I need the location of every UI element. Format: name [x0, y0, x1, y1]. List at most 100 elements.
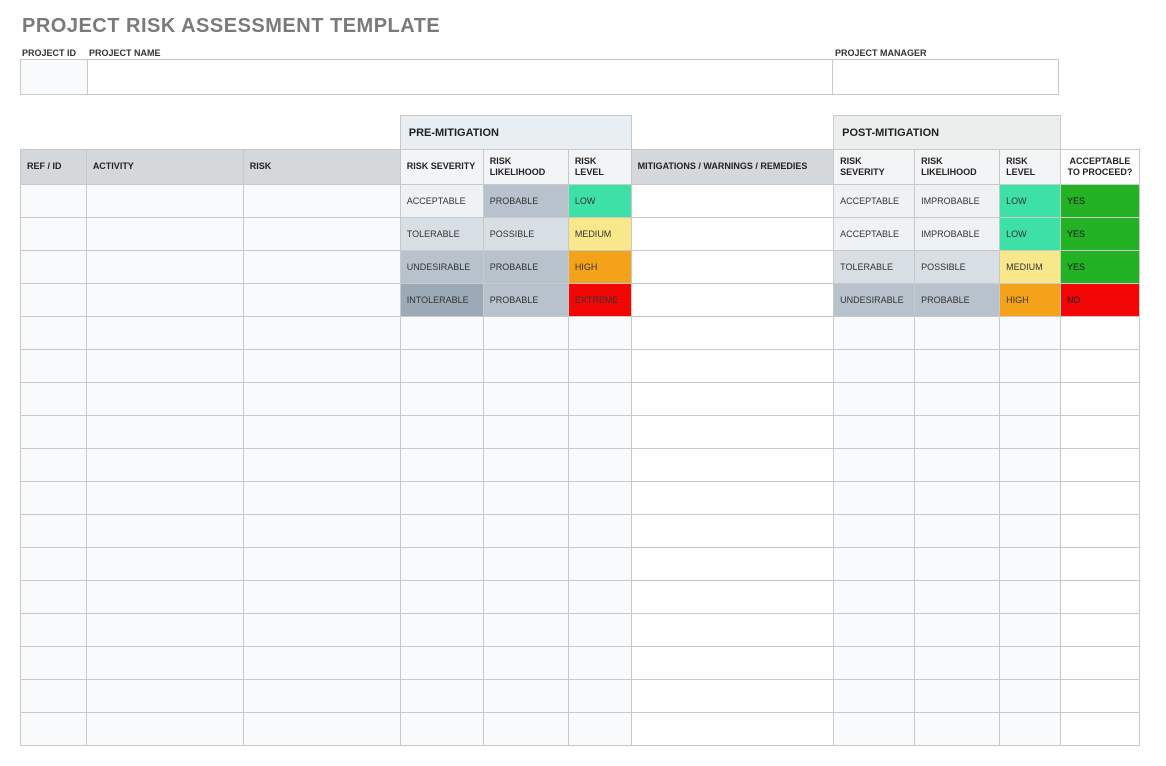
cell-ref[interactable]: [21, 514, 87, 547]
cell-mitigations[interactable]: [631, 712, 834, 745]
cell-pre-severity[interactable]: UNDESIRABLE: [400, 250, 483, 283]
cell-pre-level[interactable]: [568, 613, 631, 646]
project-name-input[interactable]: [87, 59, 833, 95]
cell-pre-severity[interactable]: [400, 415, 483, 448]
cell-pre-likelihood[interactable]: [483, 613, 568, 646]
cell-acceptable[interactable]: [1060, 547, 1139, 580]
cell-post-severity[interactable]: [834, 547, 915, 580]
cell-mitigations[interactable]: [631, 184, 834, 217]
cell-post-level[interactable]: [1000, 613, 1061, 646]
cell-ref[interactable]: [21, 448, 87, 481]
cell-pre-severity[interactable]: [400, 679, 483, 712]
cell-pre-severity[interactable]: [400, 481, 483, 514]
cell-mitigations[interactable]: [631, 283, 834, 316]
cell-risk[interactable]: [243, 580, 400, 613]
cell-post-severity[interactable]: ACCEPTABLE: [834, 217, 915, 250]
cell-pre-level[interactable]: [568, 580, 631, 613]
cell-pre-severity[interactable]: INTOLERABLE: [400, 283, 483, 316]
cell-post-likelihood[interactable]: [915, 712, 1000, 745]
cell-pre-likelihood[interactable]: POSSIBLE: [483, 217, 568, 250]
cell-post-level[interactable]: [1000, 547, 1061, 580]
cell-pre-likelihood[interactable]: [483, 316, 568, 349]
cell-acceptable[interactable]: [1060, 415, 1139, 448]
cell-post-level[interactable]: [1000, 679, 1061, 712]
cell-post-likelihood[interactable]: [915, 646, 1000, 679]
cell-pre-level[interactable]: [568, 712, 631, 745]
cell-post-likelihood[interactable]: [915, 613, 1000, 646]
cell-activity[interactable]: [86, 679, 243, 712]
cell-risk[interactable]: [243, 613, 400, 646]
cell-mitigations[interactable]: [631, 217, 834, 250]
cell-post-level[interactable]: [1000, 382, 1061, 415]
cell-pre-severity[interactable]: [400, 514, 483, 547]
cell-activity[interactable]: [86, 646, 243, 679]
cell-post-severity[interactable]: [834, 580, 915, 613]
cell-pre-severity[interactable]: [400, 349, 483, 382]
cell-ref[interactable]: [21, 547, 87, 580]
cell-pre-level[interactable]: [568, 481, 631, 514]
cell-pre-level[interactable]: HIGH: [568, 250, 631, 283]
cell-pre-likelihood[interactable]: [483, 481, 568, 514]
cell-post-severity[interactable]: [834, 415, 915, 448]
cell-risk[interactable]: [243, 646, 400, 679]
cell-post-severity[interactable]: [834, 514, 915, 547]
cell-activity[interactable]: [86, 184, 243, 217]
cell-acceptable[interactable]: [1060, 679, 1139, 712]
cell-pre-likelihood[interactable]: PROBABLE: [483, 250, 568, 283]
cell-risk[interactable]: [243, 283, 400, 316]
cell-acceptable[interactable]: [1060, 448, 1139, 481]
cell-risk[interactable]: [243, 250, 400, 283]
cell-acceptable[interactable]: [1060, 613, 1139, 646]
cell-acceptable[interactable]: YES: [1060, 217, 1139, 250]
cell-acceptable[interactable]: [1060, 712, 1139, 745]
cell-pre-level[interactable]: [568, 646, 631, 679]
cell-activity[interactable]: [86, 283, 243, 316]
cell-pre-likelihood[interactable]: [483, 547, 568, 580]
cell-post-level[interactable]: MEDIUM: [1000, 250, 1061, 283]
project-manager-input[interactable]: [833, 59, 1059, 95]
cell-pre-likelihood[interactable]: [483, 514, 568, 547]
cell-risk[interactable]: [243, 415, 400, 448]
cell-risk[interactable]: [243, 349, 400, 382]
cell-mitigations[interactable]: [631, 547, 834, 580]
cell-mitigations[interactable]: [631, 481, 834, 514]
cell-post-level[interactable]: [1000, 712, 1061, 745]
cell-post-severity[interactable]: [834, 613, 915, 646]
cell-activity[interactable]: [86, 349, 243, 382]
cell-post-level[interactable]: LOW: [1000, 217, 1061, 250]
cell-ref[interactable]: [21, 481, 87, 514]
cell-risk[interactable]: [243, 679, 400, 712]
cell-acceptable[interactable]: [1060, 382, 1139, 415]
cell-mitigations[interactable]: [631, 580, 834, 613]
cell-ref[interactable]: [21, 382, 87, 415]
cell-ref[interactable]: [21, 316, 87, 349]
cell-acceptable[interactable]: [1060, 481, 1139, 514]
cell-post-severity[interactable]: UNDESIRABLE: [834, 283, 915, 316]
cell-post-level[interactable]: [1000, 646, 1061, 679]
cell-post-likelihood[interactable]: [915, 547, 1000, 580]
cell-pre-severity[interactable]: ACCEPTABLE: [400, 184, 483, 217]
cell-post-severity[interactable]: [834, 448, 915, 481]
cell-post-likelihood[interactable]: IMPROBABLE: [915, 217, 1000, 250]
cell-post-likelihood[interactable]: [915, 448, 1000, 481]
cell-ref[interactable]: [21, 349, 87, 382]
cell-ref[interactable]: [21, 646, 87, 679]
cell-acceptable[interactable]: YES: [1060, 250, 1139, 283]
cell-activity[interactable]: [86, 448, 243, 481]
cell-pre-severity[interactable]: TOLERABLE: [400, 217, 483, 250]
cell-ref[interactable]: [21, 613, 87, 646]
cell-pre-level[interactable]: LOW: [568, 184, 631, 217]
cell-risk[interactable]: [243, 547, 400, 580]
cell-risk[interactable]: [243, 217, 400, 250]
cell-pre-severity[interactable]: [400, 448, 483, 481]
cell-pre-likelihood[interactable]: [483, 448, 568, 481]
cell-ref[interactable]: [21, 580, 87, 613]
cell-post-level[interactable]: [1000, 448, 1061, 481]
cell-risk[interactable]: [243, 712, 400, 745]
cell-ref[interactable]: [21, 184, 87, 217]
cell-activity[interactable]: [86, 712, 243, 745]
cell-risk[interactable]: [243, 316, 400, 349]
cell-post-likelihood[interactable]: [915, 679, 1000, 712]
cell-acceptable[interactable]: [1060, 646, 1139, 679]
cell-post-likelihood[interactable]: POSSIBLE: [915, 250, 1000, 283]
